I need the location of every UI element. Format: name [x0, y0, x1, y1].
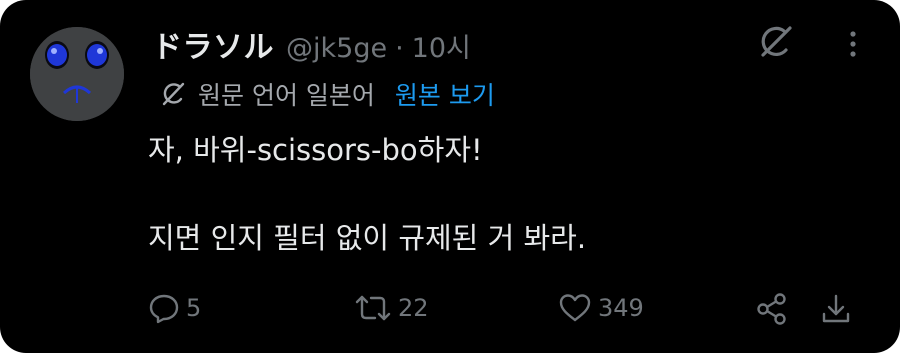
- translate-icon: [160, 81, 186, 107]
- share-icon: [756, 292, 788, 326]
- reply-count: 5: [186, 294, 202, 322]
- translation-source-label: 원문 언어 일본어: [198, 81, 375, 110]
- like-count: 349: [598, 294, 644, 322]
- repost-count: 22: [398, 294, 429, 322]
- download-icon: [820, 292, 852, 326]
- post-text-line: 지면 인지 필터 없이 규제된 거 봐라.: [148, 221, 587, 255]
- repost-icon: [354, 292, 392, 324]
- post-header: ドラソル @jk5ge · 10시: [152, 22, 471, 66]
- reply-icon: [148, 292, 180, 324]
- like-button[interactable]: 349: [558, 292, 644, 324]
- avatar[interactable]: [30, 27, 124, 121]
- post-text: 자, 바위-scissors-bo하자! 지면 인지 필터 없이 규제된 거 봐…: [148, 128, 848, 260]
- post-time[interactable]: 10시: [412, 26, 471, 65]
- reply-button[interactable]: 5: [148, 292, 201, 324]
- post-card[interactable]: ドラソル @jk5ge · 10시 원문 언어 일본어 원본 보기 자, 바위-…: [0, 0, 900, 353]
- heart-icon: [558, 292, 592, 324]
- download-button[interactable]: [820, 292, 852, 326]
- more-options-icon[interactable]: [838, 24, 868, 64]
- display-name[interactable]: ドラソル: [152, 22, 274, 66]
- repost-button[interactable]: 22: [354, 292, 429, 324]
- grok-icon[interactable]: [755, 24, 795, 60]
- translation-row: 원문 언어 일본어 원본 보기: [160, 76, 495, 112]
- post-text-line: 자, 바위-scissors-bo하자!: [148, 133, 483, 167]
- show-original-link[interactable]: 원본 보기: [395, 76, 495, 112]
- share-button[interactable]: [756, 292, 788, 326]
- user-handle[interactable]: @jk5ge: [286, 33, 387, 64]
- action-bar: 5 22 349: [0, 292, 900, 336]
- separator-dot: ·: [395, 33, 404, 64]
